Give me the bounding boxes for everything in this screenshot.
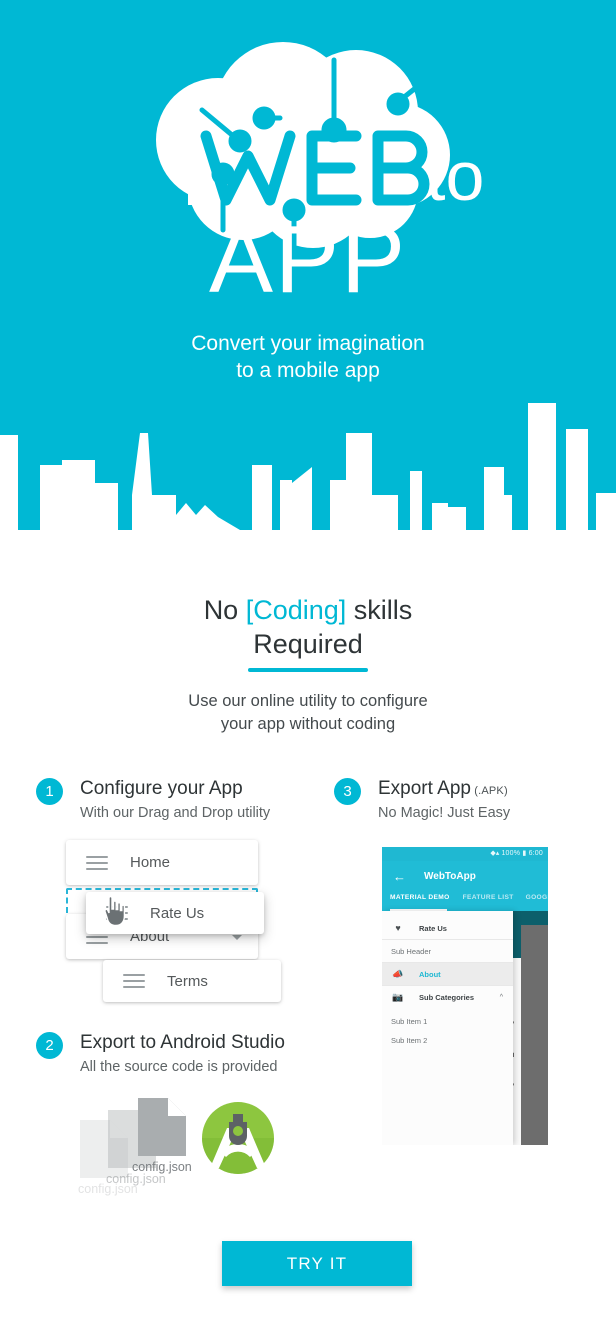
phone-app-bar: ← WebToApp: [382, 861, 548, 891]
menu-item-home-label: Home: [130, 854, 171, 871]
step-3-badge: 3: [334, 778, 361, 805]
step-3-title: Export App (.APK): [378, 776, 508, 804]
phone-status-bar: ◆▴ 100% ▮ 6:00: [382, 847, 548, 861]
step-3-title-suffix: (.APK): [470, 785, 508, 797]
svg-text:APP: APP: [209, 206, 407, 310]
tab-feature-list[interactable]: FEATURE LIST: [463, 891, 514, 901]
logo-cloud-icon: to APP: [98, 40, 518, 310]
headline-line-1: No [Coding] skills: [0, 593, 616, 627]
hero-tagline: Convert your imagination to a mobile app: [0, 330, 616, 384]
drag-handle-icon[interactable]: [86, 855, 108, 870]
drawer-item-about[interactable]: 📣 About: [382, 963, 513, 985]
phone-navigation-drawer: ♥ Rate Us Sub Header 📣 About 📷 Sub Categ…: [382, 911, 513, 1145]
step-1-title-text: Configure your App: [80, 778, 243, 799]
menu-item-home[interactable]: Home: [66, 840, 258, 885]
drag-handle-icon[interactable]: [123, 974, 145, 988]
subtitle-line-1: Use our online utility to configure: [188, 692, 428, 710]
phone-app-title: WebToApp: [424, 870, 476, 882]
headline-line-2: Required: [253, 629, 363, 659]
step-2-badge: 2: [36, 1032, 63, 1059]
battery-percent: 100%: [501, 850, 521, 857]
title-underline-rule: [248, 668, 368, 672]
file-label: config.json: [132, 1160, 192, 1174]
menu-item-terms[interactable]: Terms: [103, 960, 281, 1002]
svg-text:to: to: [426, 137, 484, 215]
dragged-item-label: Rate Us: [150, 904, 205, 922]
headline-part-2: skills: [346, 595, 413, 625]
page-title: No [Coding] skills Required: [0, 593, 616, 661]
drawer-scrim-overlay[interactable]: [521, 925, 548, 1145]
city-skyline-graphic: [0, 403, 616, 530]
headline-part-1: No: [203, 595, 246, 625]
landing-page: to APP Convert your imagination to a mob…: [0, 0, 616, 1332]
tab-google[interactable]: GOOGLE: [526, 891, 548, 901]
webtoapp-logo: to APP: [0, 40, 616, 310]
step-3-description: No Magic! Just Easy: [378, 805, 511, 821]
step-2-title: Export to Android Studio: [80, 1030, 285, 1056]
hand-cursor-icon: [104, 895, 126, 927]
subtitle-line-2: your app without coding: [220, 715, 396, 733]
heart-icon: ♥: [395, 923, 401, 933]
drawer-sub-item-2[interactable]: Sub Item 2: [382, 1031, 513, 1050]
page-subtitle: Use our online utility to configure your…: [0, 690, 616, 736]
phone-tab-bar: MATERIAL DEMO FEATURE LIST GOOGLE: [382, 891, 548, 911]
file-label: config.json: [106, 1172, 166, 1186]
tab-material-demo[interactable]: MATERIAL DEMO: [390, 891, 450, 901]
drawer-item-rate-us-label: Rate Us: [419, 923, 447, 933]
step-3-title-text: Export App: [378, 778, 471, 799]
drawer-sub-item-1[interactable]: Sub Item 1: [382, 1012, 513, 1031]
hero-section: to APP Convert your imagination to a mob…: [0, 0, 616, 530]
try-it-button[interactable]: TRY IT: [222, 1241, 412, 1286]
tagline-line-1: Convert your imagination: [191, 332, 425, 355]
drawer-sub-header: Sub Header: [382, 940, 513, 962]
camera-icon: 📷: [392, 991, 404, 1002]
menu-item-terms-label: Terms: [167, 972, 208, 990]
drag-drop-demo: Home About Terms Rate Us: [66, 840, 336, 1005]
drawer-item-about-label: About: [419, 969, 441, 979]
file-icon: [138, 1098, 186, 1156]
drawer-item-sub-categories-label: Sub Categories: [419, 992, 475, 1002]
step-1-title: Configure your App: [80, 776, 243, 802]
config-files-graphic: config.json config.json config.json: [78, 1098, 210, 1196]
back-arrow-icon[interactable]: ←: [393, 870, 406, 883]
step-2-description: All the source code is provided: [80, 1059, 278, 1075]
phone-app-preview: ◆▴ 100% ▮ 6:00 ← WebToApp MATERIAL DEMO …: [382, 847, 548, 1145]
megaphone-icon: 📣: [392, 968, 404, 979]
drawer-sub-header-label: Sub Header: [391, 946, 432, 956]
chevron-down-icon[interactable]: [232, 934, 242, 940]
battery-icon: ▮: [522, 850, 527, 857]
drawer-item-rate-us[interactable]: ♥ Rate Us: [382, 917, 513, 939]
drawer-item-sub-categories[interactable]: 📷 Sub Categories ^: [382, 986, 513, 1008]
step-1-description: With our Drag and Drop utility: [80, 805, 271, 821]
step-2-title-text: Export to Android Studio: [80, 1032, 285, 1053]
headline-accent: [Coding]: [245, 595, 347, 625]
tagline-line-2: to a mobile app: [236, 359, 380, 382]
wifi-signal-icons: ◆▴: [490, 850, 500, 857]
android-studio-logo-icon: [202, 1102, 274, 1174]
chevron-up-icon[interactable]: ^: [500, 994, 503, 1001]
status-clock: 6:00: [528, 850, 543, 857]
phone-content-area: y h y ♥ Rate Us Sub Header 📣 About: [382, 911, 548, 1145]
step-1-badge: 1: [36, 778, 63, 805]
